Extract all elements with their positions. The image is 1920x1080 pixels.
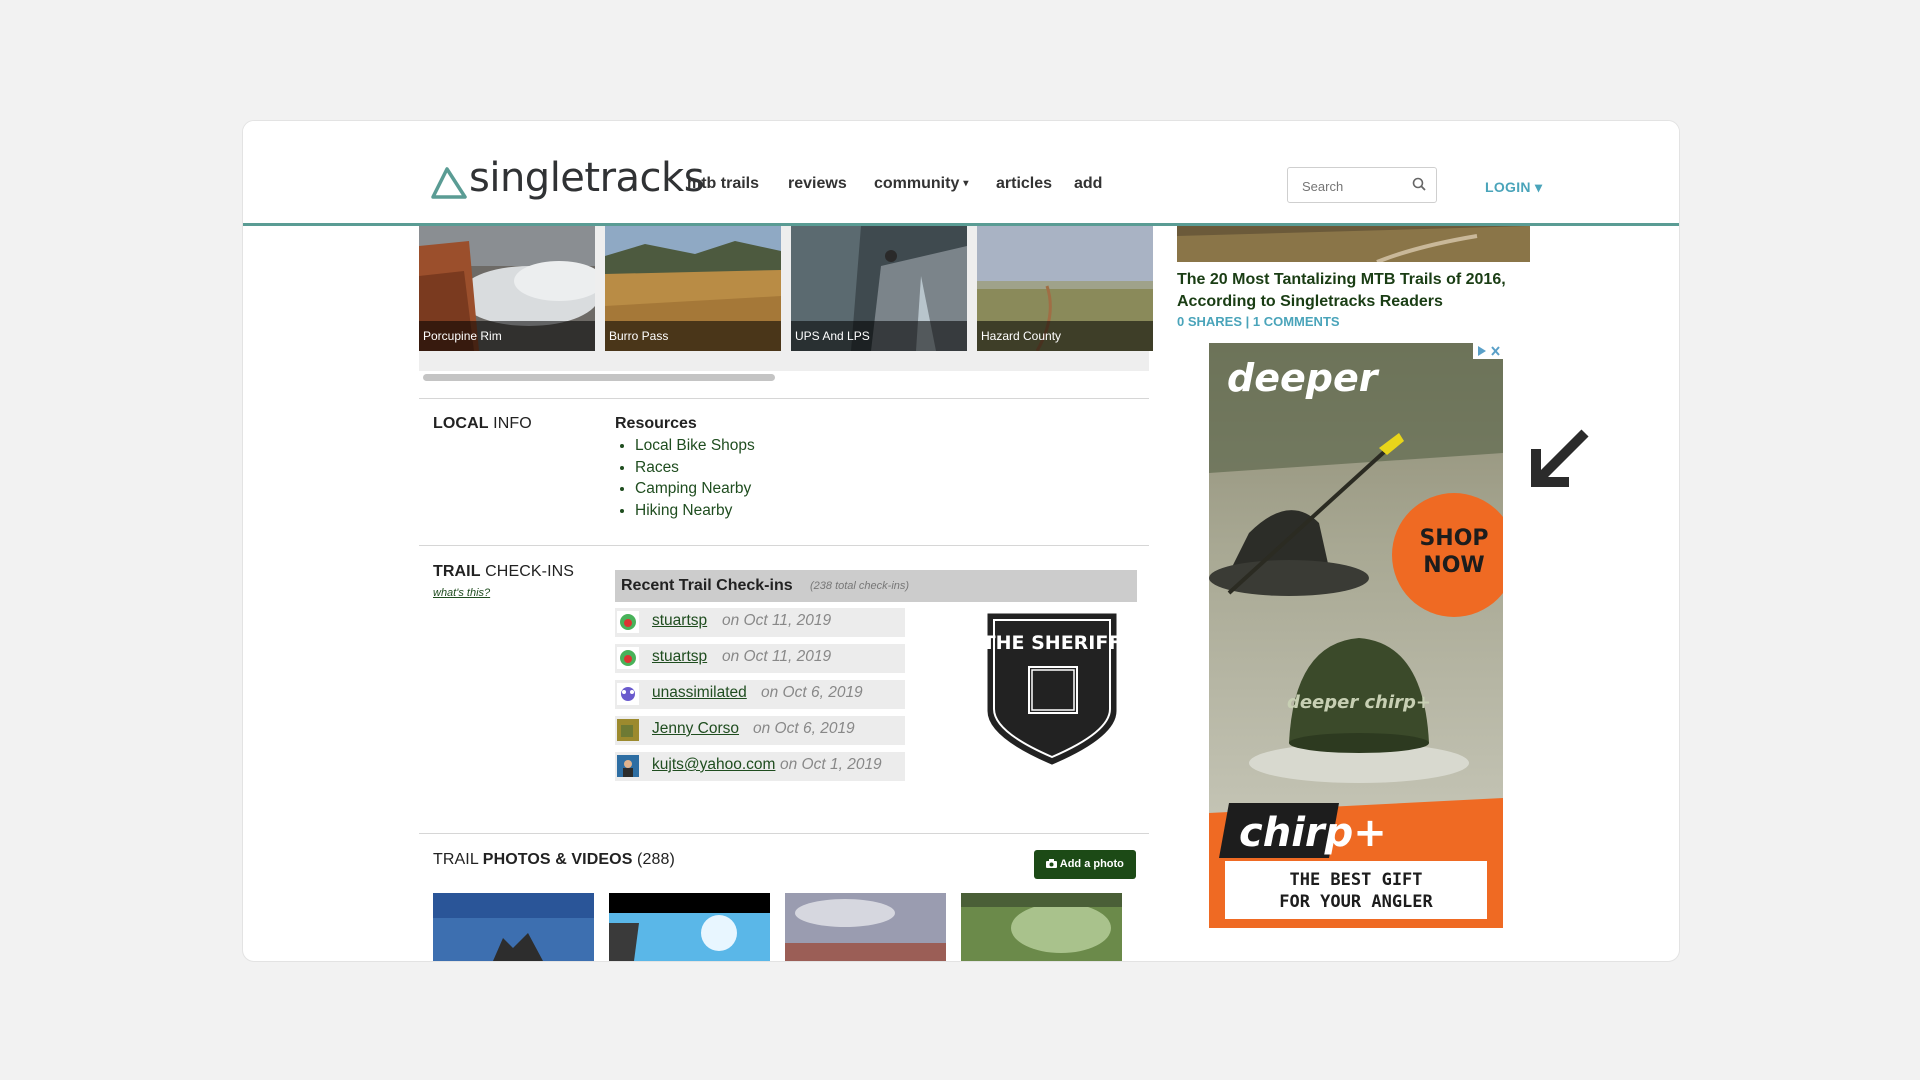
avatar[interactable] xyxy=(617,647,639,669)
checkin-row: unassimilated on Oct 6, 2019 xyxy=(615,680,905,709)
article-thumbnail[interactable] xyxy=(1177,226,1530,262)
checkin-row: Jenny Corso on Oct 6, 2019 xyxy=(615,716,905,745)
chevron-down-icon: ▾ xyxy=(963,178,969,189)
ad-choices-icon[interactable] xyxy=(1473,343,1503,359)
resources-list: Local Bike Shops Races Camping Nearby Hi… xyxy=(615,435,755,521)
checkins-total-count: (238 total check-ins) xyxy=(810,580,910,592)
section-divider xyxy=(419,545,1149,546)
site-header: singletracks mtb trails reviews communit… xyxy=(243,121,1679,226)
nav-reviews[interactable]: reviews xyxy=(788,175,847,193)
checkin-row: stuartsp on Oct 11, 2019 xyxy=(615,608,905,637)
section-divider xyxy=(419,833,1149,834)
avatar[interactable] xyxy=(617,683,639,705)
local-info-heading-bold: LOCAL xyxy=(433,415,489,432)
checkin-row: stuartsp on Oct 11, 2019 xyxy=(615,644,905,673)
checkin-user-link[interactable]: Jenny Corso xyxy=(652,720,739,738)
local-info-heading: LOCAL INFO xyxy=(433,415,532,433)
nearby-trails-strip: Porcupine Rim Burro Pass UPS And LPS Haz… xyxy=(419,226,1153,381)
avatar[interactable] xyxy=(617,611,639,633)
checkin-user-link[interactable]: stuartsp xyxy=(652,648,707,666)
camera-icon xyxy=(1046,859,1058,868)
photo-image xyxy=(609,893,770,961)
photo-thumbnail[interactable] xyxy=(609,893,770,961)
local-info-heading-rest: INFO xyxy=(488,415,532,432)
photos-heading-pre: TRAIL xyxy=(433,851,483,868)
login-menu[interactable]: LOGIN ▾ xyxy=(1485,179,1542,196)
checkins-heading: TRAIL CHECK-INS xyxy=(433,563,574,581)
svg-text:NOW: NOW xyxy=(1423,553,1484,578)
checkin-date: on Oct 6, 2019 xyxy=(753,720,855,737)
trail-tile[interactable]: Porcupine Rim xyxy=(419,226,595,351)
checkin-user-link[interactable]: kujts@yahoo.com xyxy=(652,756,775,774)
trail-tile-label: UPS And LPS xyxy=(791,321,967,351)
trail-tile[interactable]: Hazard County xyxy=(977,226,1153,351)
ad-product: chirp+ xyxy=(1239,810,1387,856)
article-meta[interactable]: 0 SHARES | 1 COMMENTS xyxy=(1177,314,1340,329)
resource-link-races[interactable]: Races xyxy=(635,457,755,479)
trail-tile-label: Hazard County xyxy=(977,321,1153,351)
trail-tile[interactable]: Burro Pass xyxy=(605,226,781,351)
logo-mountain-icon xyxy=(431,167,467,199)
site-logo[interactable]: singletracks xyxy=(431,155,705,211)
checkins-heading-bold: TRAIL xyxy=(433,563,481,580)
checkin-date: on Oct 1, 2019 xyxy=(780,756,882,773)
whats-this-link[interactable]: what's this? xyxy=(433,587,490,599)
article-image xyxy=(1177,226,1530,262)
photos-count: (288) xyxy=(632,851,675,868)
photo-image xyxy=(961,893,1122,961)
photo-image xyxy=(433,893,594,961)
trail-tile-label: Burro Pass xyxy=(605,321,781,351)
horizontal-scrollbar[interactable] xyxy=(423,374,775,381)
checkin-user-link[interactable]: unassimilated xyxy=(652,684,747,702)
trail-tile[interactable]: UPS And LPS xyxy=(791,226,967,351)
checkin-row: kujts@yahoo.com on Oct 1, 2019 xyxy=(615,752,905,781)
advertisement[interactable]: deeper SHOP NOW deeper chirp+ chirp+ THE… xyxy=(1209,343,1503,928)
photo-thumbnail[interactable] xyxy=(961,893,1122,961)
nav-articles[interactable]: articles xyxy=(996,175,1052,193)
photos-heading-bold: PHOTOS & VIDEOS xyxy=(482,851,633,868)
photo-thumbnail[interactable] xyxy=(785,893,946,961)
logo-text: singletracks xyxy=(469,155,705,201)
add-photo-button[interactable]: Add a photo xyxy=(1034,850,1136,879)
checkin-date: on Oct 11, 2019 xyxy=(722,612,832,629)
resource-link-camping[interactable]: Camping Nearby xyxy=(635,478,755,500)
resource-link-hiking[interactable]: Hiking Nearby xyxy=(635,500,755,522)
ad-tagline-line1: THE BEST GIFT xyxy=(1289,870,1422,890)
photo-thumbnail[interactable] xyxy=(433,893,594,961)
nav-community[interactable]: community ▾ xyxy=(874,175,968,193)
article-title-link[interactable]: The 20 Most Tantalizing MTB Trails of 20… xyxy=(1177,269,1517,313)
ad-banner-image: deeper SHOP NOW deeper chirp+ chirp+ THE… xyxy=(1209,343,1503,928)
sheriff-badge-icon[interactable]: THE SHERIFF xyxy=(985,611,1119,767)
arrow-down-left-icon xyxy=(1531,429,1589,487)
checkin-user-link[interactable]: stuartsp xyxy=(652,612,707,630)
nav-mtb-trails[interactable]: mtb trails xyxy=(687,175,759,193)
resources-heading: Resources xyxy=(615,415,697,432)
svg-text:SHOP: SHOP xyxy=(1419,526,1488,551)
search-box xyxy=(1287,167,1437,203)
nav-add[interactable]: add xyxy=(1074,175,1102,193)
checkin-date: on Oct 11, 2019 xyxy=(722,648,832,665)
search-input[interactable] xyxy=(1300,170,1414,202)
trail-tile-label: Porcupine Rim xyxy=(419,321,595,351)
checkin-date: on Oct 6, 2019 xyxy=(761,684,863,701)
checkins-table-title: Recent Trail Check-ins xyxy=(621,577,793,594)
ad-close-icon xyxy=(1478,346,1500,356)
avatar[interactable] xyxy=(617,755,639,777)
search-icon[interactable] xyxy=(1412,177,1426,191)
browser-page: singletracks mtb trails reviews communit… xyxy=(242,120,1680,962)
photos-heading: TRAIL PHOTOS & VIDEOS (288) xyxy=(433,851,675,869)
photo-image xyxy=(785,893,946,961)
add-photo-label: Add a photo xyxy=(1059,858,1124,870)
ad-tagline-line2: FOR YOUR ANGLER xyxy=(1279,892,1433,912)
avatar[interactable] xyxy=(617,719,639,741)
ad-device-label: deeper chirp+ xyxy=(1287,692,1431,713)
checkins-table-header: Recent Trail Check-ins (238 total check-… xyxy=(615,570,1137,602)
nav-community-label: community xyxy=(874,175,960,192)
resources-block: Resources Local Bike Shops Races Camping… xyxy=(615,415,755,521)
section-divider xyxy=(419,398,1149,399)
ad-brand: deeper xyxy=(1227,356,1380,400)
resource-link-bike-shops[interactable]: Local Bike Shops xyxy=(635,435,755,457)
sheriff-badge-label: THE SHERIFF xyxy=(985,632,1119,654)
checkins-heading-rest: CHECK-INS xyxy=(480,563,575,580)
